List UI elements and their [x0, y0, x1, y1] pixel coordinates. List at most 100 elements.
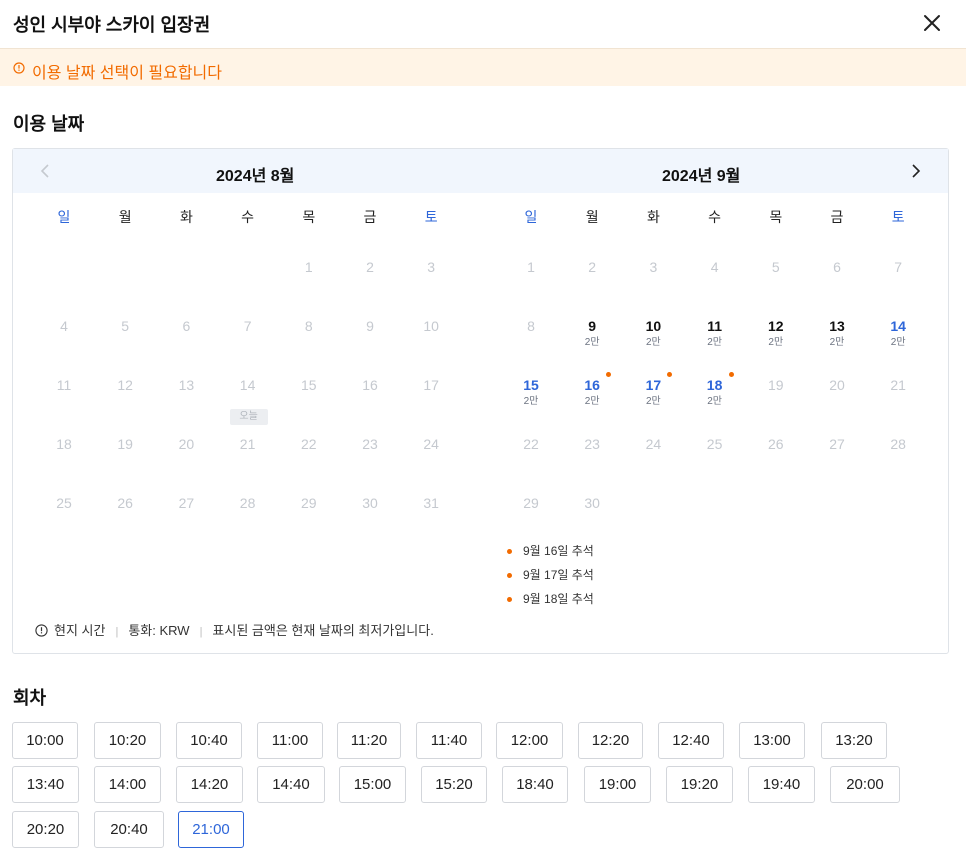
day-number: 14 [239, 377, 256, 393]
time-slot-button[interactable]: 20:20 [12, 811, 79, 848]
dialog-title: 성인 시부야 스카이 입장권 [13, 15, 211, 35]
time-slot-button[interactable]: 11:00 [257, 722, 323, 759]
holiday-list: 9월 16일 추석 9월 17일 추석 9월 18일 추석 [507, 539, 594, 611]
calendar-day-available[interactable]: 16 2만 [570, 372, 614, 426]
calendar-day-disabled: 12 [103, 376, 147, 426]
calendar-day-disabled: 20 [815, 376, 859, 426]
day-number: 30 [584, 495, 600, 511]
alert-text: 이용 날짜 선택이 필요합니다 [32, 65, 222, 82]
month-title-sep: 2024년 9월 [662, 168, 741, 185]
calendar-day-disabled: 5 [754, 258, 798, 308]
day-number: 21 [890, 377, 906, 393]
holiday-label: 9월 17일 추석 [523, 568, 594, 582]
time-slot-button[interactable]: 15:20 [421, 766, 487, 803]
time-slot-button[interactable]: 13:20 [821, 722, 887, 759]
day-price: 2만 [707, 337, 722, 348]
day-number: 16 [584, 377, 600, 393]
calendar-day-available[interactable]: 15 2만 [509, 376, 553, 426]
time-slot-button[interactable]: 18:40 [502, 766, 568, 803]
day-number: 5 [121, 318, 130, 334]
day-number: 24 [423, 436, 439, 452]
day-number: 26 [117, 495, 133, 511]
holiday-dot [728, 372, 734, 377]
day-number: 17 [645, 377, 662, 393]
chevron-right-icon [912, 164, 921, 178]
weekday-label: 월 [585, 209, 599, 225]
day-number: 1 [527, 259, 535, 275]
day-number: 12 [768, 318, 784, 334]
calendar-day-available[interactable]: 14 2만 [876, 317, 920, 367]
day-number: 14 [890, 318, 906, 334]
session-section-title: 회차 [13, 688, 47, 708]
day-number: 27 [178, 495, 195, 511]
day-price: 2만 [829, 337, 845, 348]
day-number: 28 [890, 436, 906, 452]
time-slot-button[interactable]: 12:20 [578, 722, 643, 759]
holiday-dot [507, 597, 512, 602]
holiday-label: 9월 16일 추석 [523, 544, 594, 558]
calendar-day-disabled: 4 [693, 258, 737, 308]
time-slot-button[interactable]: 19:00 [584, 766, 651, 803]
time-slot-button[interactable]: 20:40 [94, 811, 164, 848]
calendar-day-disabled: 29 [509, 494, 553, 544]
time-slot-button[interactable]: 10:20 [94, 722, 161, 759]
weekday-label: 일 [57, 209, 71, 225]
time-slot-button[interactable]: 14:20 [176, 766, 243, 803]
calendar-day-available[interactable]: 11 2만 [693, 317, 737, 367]
time-slot-button[interactable]: 19:40 [748, 766, 815, 803]
calendar-day-disabled: 9 [348, 317, 392, 367]
calendar: 2024년 8월 2024년 9월 9월 16일 추석 9월 17일 추석 9월 1… [12, 148, 949, 654]
day-number: 9 [366, 318, 374, 334]
day-number: 21 [239, 436, 256, 452]
time-slot-button[interactable]: 21:00 [178, 811, 244, 848]
time-slot-button[interactable]: 10:00 [12, 722, 78, 759]
calendar-day-available[interactable]: 9 2만 [570, 317, 614, 367]
day-number: 7 [243, 318, 252, 334]
price-note: 표시된 금액은 현재 날짜의 최저가입니다. [212, 623, 434, 638]
calendar-day-available[interactable]: 10 2만 [631, 317, 675, 367]
day-number: 11 [707, 318, 722, 334]
time-slot-button[interactable]: 13:40 [12, 766, 79, 803]
time-slot-button[interactable]: 11:40 [416, 722, 482, 759]
time-slot-button[interactable]: 12:40 [658, 722, 724, 759]
time-slot-button[interactable]: 11:20 [337, 722, 401, 759]
time-slot-button[interactable]: 14:00 [94, 766, 161, 803]
calendar-day-available[interactable]: 12 2만 [754, 317, 798, 367]
calendar-day-available[interactable]: 13 2만 [815, 317, 859, 367]
prev-month-button[interactable] [37, 162, 55, 180]
time-slot-button[interactable]: 10:40 [176, 722, 242, 759]
calendar-day-disabled: 24 [631, 435, 675, 485]
day-number: 26 [768, 436, 784, 452]
calendar-day-disabled: 7 [876, 258, 920, 308]
day-number: 25 [706, 436, 723, 452]
day-number: 25 [56, 495, 72, 511]
day-number: 29 [301, 495, 317, 511]
month-title-aug: 2024년 8월 [216, 168, 295, 185]
day-price: 2만 [584, 337, 600, 348]
calendar-day-disabled: 20 [164, 435, 208, 485]
time-slot-button[interactable]: 12:00 [496, 722, 563, 759]
calendar-day-disabled: 1 [287, 258, 331, 308]
time-slot-button[interactable]: 13:00 [739, 722, 805, 759]
day-number: 4 [60, 318, 68, 334]
day-number: 2 [366, 259, 374, 275]
time-slot-button[interactable]: 14:40 [257, 766, 325, 803]
day-price: 2만 [646, 396, 661, 407]
time-slot-button[interactable]: 20:00 [830, 766, 900, 803]
close-button[interactable] [918, 9, 946, 37]
day-number: 13 [178, 377, 195, 393]
day-number: 22 [301, 436, 317, 452]
day-number: 20 [178, 436, 195, 452]
divider: | [115, 626, 119, 638]
calendar-day-available[interactable]: 17 2만 [631, 372, 675, 426]
calendar-day-disabled: 10 [409, 317, 453, 367]
calendar-day-available[interactable]: 18 2만 [693, 372, 737, 426]
calendar-day-disabled: 3 [631, 258, 675, 308]
time-slot-button[interactable]: 19:20 [666, 766, 733, 803]
calendar-day-disabled: 19 [754, 376, 798, 426]
day-price: 2만 [707, 396, 722, 407]
time-slot-button[interactable]: 15:00 [339, 766, 406, 803]
next-month-button[interactable] [907, 162, 925, 180]
calendar-day-disabled: 8 [509, 317, 553, 367]
holiday-label: 9월 18일 추석 [523, 592, 594, 606]
